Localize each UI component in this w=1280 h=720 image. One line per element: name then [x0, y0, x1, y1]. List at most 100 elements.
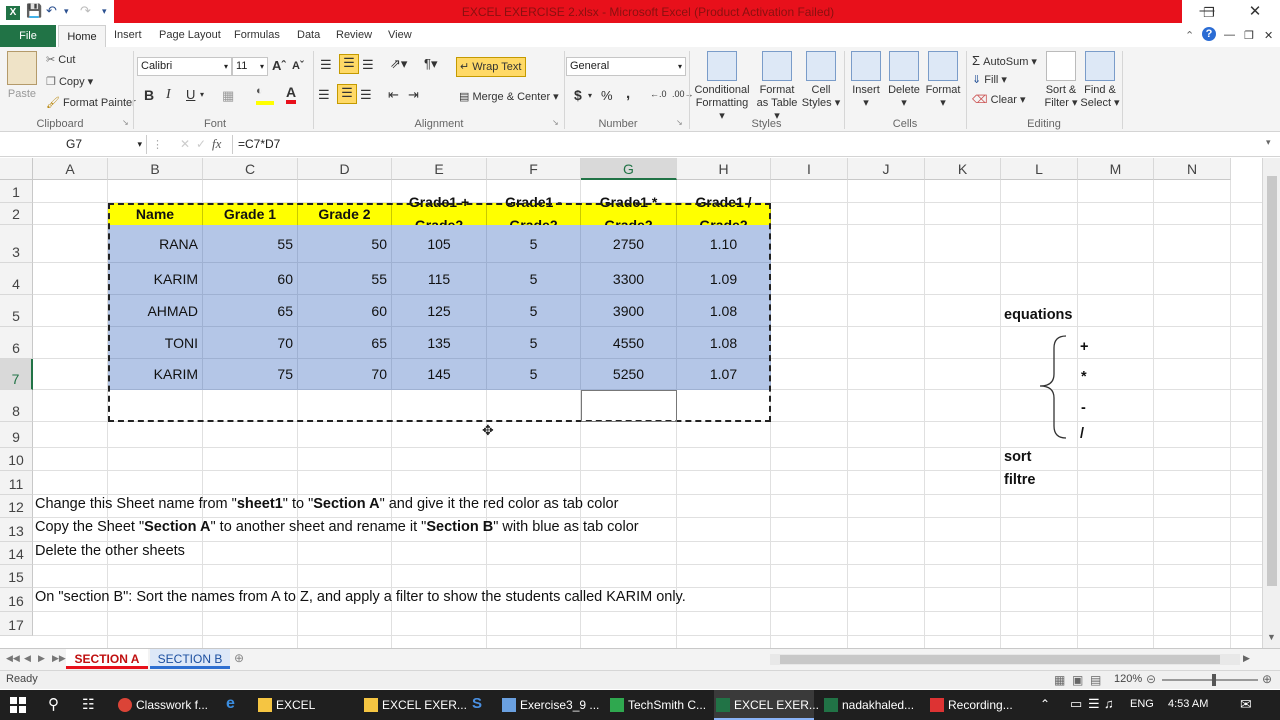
- table-cell[interactable]: 5: [487, 295, 581, 327]
- table-cell[interactable]: 70: [298, 359, 392, 390]
- fill-button[interactable]: ⇓ Fill ▾: [972, 73, 1007, 86]
- row-header-4[interactable]: 4: [0, 263, 33, 295]
- horizontal-scroll-thumb[interactable]: [780, 655, 1220, 664]
- zoom-slider[interactable]: [1162, 679, 1258, 681]
- vertical-scroll-thumb[interactable]: [1267, 176, 1277, 586]
- tab-insert[interactable]: Insert: [114, 29, 142, 41]
- cut-button[interactable]: ✂ Cut: [46, 53, 75, 66]
- table-cell[interactable]: 115: [392, 263, 487, 295]
- first-sheet-icon[interactable]: ◀◀: [6, 653, 20, 664]
- table-header-cell[interactable]: Name: [108, 203, 203, 225]
- table-cell[interactable]: 3300: [581, 263, 677, 295]
- customize-qat-icon[interactable]: ▾: [102, 6, 107, 17]
- table-cell[interactable]: 65: [298, 327, 392, 359]
- decrease-decimal-icon[interactable]: .00→: [672, 89, 694, 99]
- row-header-13[interactable]: 13: [0, 518, 33, 542]
- row-header-8[interactable]: 8: [0, 390, 33, 422]
- table-header-cell[interactable]: Grade1 * Grade2: [581, 194, 677, 233]
- italic-button[interactable]: I: [166, 87, 171, 103]
- underline-button[interactable]: U: [186, 87, 195, 102]
- format-cells-button[interactable]: Format ▾: [922, 51, 964, 110]
- row-header-16[interactable]: 16: [0, 588, 33, 612]
- minimize-ribbon-icon[interactable]: ⌃: [1185, 29, 1194, 42]
- table-cell[interactable]: RANA: [108, 225, 203, 263]
- table-cell[interactable]: 60: [298, 295, 392, 327]
- insert-cells-button[interactable]: Insert ▾: [846, 51, 886, 110]
- increase-decimal-icon[interactable]: ←.0: [650, 89, 667, 99]
- comma-button[interactable]: ,: [626, 85, 630, 102]
- row-header-5[interactable]: 5: [0, 295, 33, 327]
- row-header-10[interactable]: 10: [0, 448, 33, 471]
- column-header-n[interactable]: N: [1154, 158, 1231, 180]
- row-header-6[interactable]: 6: [0, 327, 33, 359]
- font-name-select[interactable]: Calibri ▾: [137, 57, 232, 76]
- delete-cells-button[interactable]: Delete ▾: [886, 51, 922, 110]
- font-size-select[interactable]: 11 ▾: [232, 57, 268, 76]
- table-cell[interactable]: 5: [487, 359, 581, 390]
- table-cell[interactable]: 55: [298, 263, 392, 295]
- worksheet-grid[interactable]: ABCDEFGHIJKLMN 1 2 3 4 5 6 7 8 9 10 11 12 13 14 15 16 17…: [0, 158, 1262, 648]
- taskbar-recording[interactable]: Recording...: [928, 690, 1024, 720]
- scroll-down-icon[interactable]: ▼: [1267, 632, 1276, 642]
- number-launcher-icon[interactable]: ↘: [676, 118, 683, 127]
- vertical-scrollbar[interactable]: ▼: [1262, 158, 1280, 648]
- undo-icon[interactable]: ↶: [46, 3, 57, 19]
- taskbar-excel-exer-folder[interactable]: EXCEL EXER...: [362, 690, 467, 720]
- next-sheet-icon[interactable]: ▶: [38, 653, 45, 664]
- merge-center-button[interactable]: ▤ Merge & Center ▾: [459, 90, 559, 103]
- search-icon[interactable]: ⚲: [48, 695, 59, 713]
- new-sheet-icon[interactable]: ⊕: [234, 651, 244, 665]
- column-header-i[interactable]: I: [771, 158, 848, 180]
- currency-button[interactable]: $: [574, 87, 582, 103]
- page-layout-view-icon[interactable]: ▣: [1072, 673, 1083, 687]
- table-header-cell[interactable]: Grade1 / Grade2: [677, 194, 771, 233]
- zoom-slider-handle[interactable]: [1212, 674, 1216, 686]
- workbook-close-icon[interactable]: ✕: [1264, 29, 1273, 42]
- zoom-out-icon[interactable]: ⊝: [1146, 672, 1156, 686]
- sheet-tab-section-b[interactable]: SECTION B: [150, 649, 230, 669]
- page-break-view-icon[interactable]: ▤: [1090, 673, 1101, 687]
- table-header-cell[interactable]: Grade 1: [203, 203, 298, 225]
- tab-file[interactable]: File: [0, 25, 56, 47]
- table-cell[interactable]: 1.08: [677, 295, 771, 327]
- shrink-font-icon[interactable]: Aˇ: [292, 60, 304, 72]
- table-cell[interactable]: 105: [392, 225, 487, 263]
- row-header-3[interactable]: 3: [0, 225, 33, 263]
- cell-styles-button[interactable]: Cell Styles ▾: [800, 51, 842, 110]
- table-cell[interactable]: 1.09: [677, 263, 771, 295]
- row-header-9[interactable]: 9: [0, 422, 33, 448]
- select-all-button[interactable]: [0, 158, 33, 180]
- table-cell[interactable]: 60: [203, 263, 298, 295]
- formula-input[interactable]: =C7*D7: [232, 135, 1262, 154]
- taskbar-excel-exer-active[interactable]: EXCEL EXER...: [714, 690, 819, 720]
- text-direction-icon[interactable]: ¶▾: [424, 56, 438, 72]
- table-header-cell[interactable]: Grade1 + Grade2: [392, 194, 487, 233]
- align-left-icon[interactable]: ☰: [318, 87, 330, 103]
- table-cell[interactable]: TONI: [108, 327, 203, 359]
- sheet-tab-section-a[interactable]: SECTION A: [66, 649, 148, 669]
- align-middle-icon[interactable]: ☰: [339, 54, 359, 74]
- column-header-b[interactable]: B: [108, 158, 203, 180]
- table-cell[interactable]: 50: [298, 225, 392, 263]
- zoom-level[interactable]: 120%: [1114, 673, 1142, 685]
- table-cell[interactable]: 1.07: [677, 359, 771, 390]
- horizontal-scrollbar[interactable]: [770, 654, 1240, 665]
- row-header-7[interactable]: 7: [0, 359, 33, 390]
- windows-start-icon[interactable]: [10, 697, 26, 713]
- autosum-button[interactable]: Σ AutoSum ▾: [972, 53, 1037, 68]
- battery-icon[interactable]: ▭: [1070, 696, 1082, 712]
- column-header-f[interactable]: F: [487, 158, 581, 180]
- language-indicator[interactable]: ENG: [1130, 698, 1154, 710]
- tab-data[interactable]: Data: [297, 29, 320, 41]
- scroll-right-icon[interactable]: ▶: [1243, 653, 1250, 664]
- row-header-17[interactable]: 17: [0, 612, 33, 636]
- table-cell[interactable]: KARIM: [108, 263, 203, 295]
- column-header-a[interactable]: A: [33, 158, 108, 180]
- taskbar-nadakhaled[interactable]: nadakhaled...: [822, 690, 922, 720]
- orientation-icon[interactable]: ⇗▾: [390, 56, 407, 72]
- sort-filter-button[interactable]: Sort & Filter ▾: [1042, 51, 1080, 110]
- format-as-table-button[interactable]: Format as Table ▾: [754, 51, 800, 123]
- borders-icon[interactable]: ▦: [222, 88, 234, 104]
- column-header-k[interactable]: K: [925, 158, 1001, 180]
- row-header-11[interactable]: 11: [0, 471, 33, 495]
